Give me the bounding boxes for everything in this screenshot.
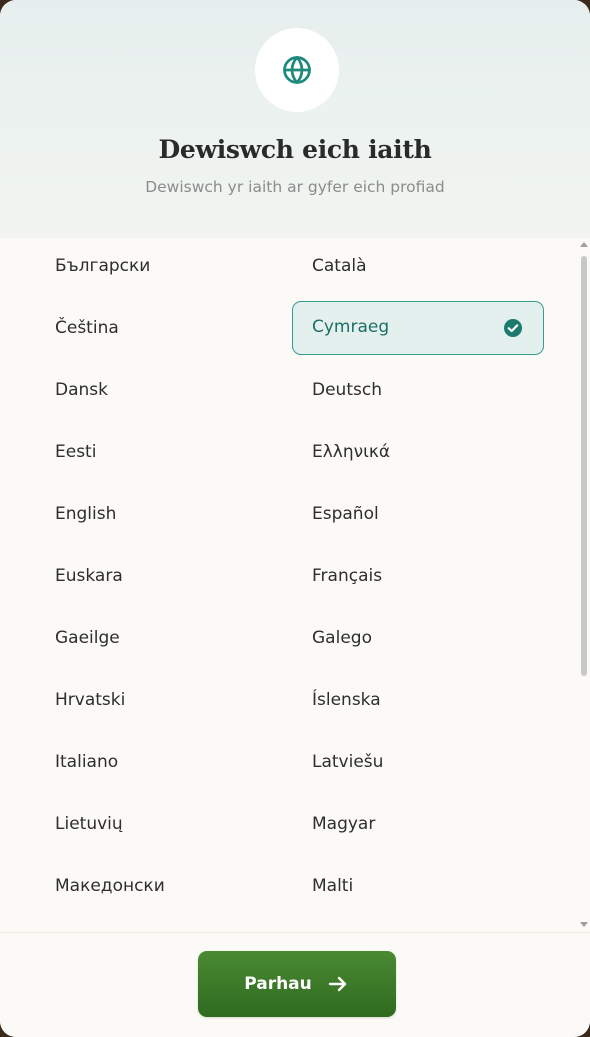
language-option-label: Malti: [312, 876, 354, 896]
language-option[interactable]: Čeština: [40, 301, 290, 355]
language-option[interactable]: Français: [292, 549, 544, 603]
language-option-label: Ελληνικά: [312, 442, 391, 462]
dialog-title: Dewiswch eich iaith: [158, 135, 432, 164]
language-option[interactable]: Deutsch: [292, 363, 544, 417]
language-option-label: Dansk: [55, 380, 108, 400]
language-option[interactable]: Gaeilge: [40, 611, 290, 665]
language-option-label: English: [55, 504, 117, 524]
language-option[interactable]: Lietuvių: [40, 797, 290, 851]
language-option-label: Gaeilge: [55, 628, 120, 648]
continue-button-label: Parhau: [244, 974, 312, 994]
language-option-label: Galego: [312, 628, 372, 648]
language-option[interactable]: English: [40, 487, 290, 541]
scroll-down-arrow-icon[interactable]: [580, 922, 588, 927]
language-option-label: Български: [55, 256, 151, 276]
arrow-right-icon: [328, 976, 346, 992]
language-option-label: Euskara: [55, 566, 123, 586]
language-option-label: Català: [312, 256, 367, 276]
continue-button[interactable]: Parhau: [198, 951, 396, 1017]
language-option-label: Íslenska: [312, 690, 381, 710]
globe-icon: [283, 56, 311, 84]
language-option-selected[interactable]: Cymraeg: [292, 301, 544, 355]
language-option-label: Italiano: [55, 752, 119, 772]
language-option-label: Magyar: [312, 814, 376, 834]
language-option-label: Latviešu: [312, 752, 384, 772]
language-option-label: Македонски: [55, 876, 165, 896]
language-option-label: Français: [312, 566, 383, 586]
language-option[interactable]: Galego: [292, 611, 544, 665]
language-option-label: Español: [312, 504, 379, 524]
language-option-label: Hrvatski: [55, 690, 126, 710]
scrollbar-thumb[interactable]: [581, 256, 587, 676]
language-option[interactable]: Latviešu: [292, 735, 544, 789]
dialog-subtitle: Dewiswch yr iaith ar gyfer eich profiad: [145, 178, 445, 196]
language-option[interactable]: Ελληνικά: [292, 425, 544, 479]
language-option-label: Deutsch: [312, 380, 382, 400]
language-option[interactable]: Íslenska: [292, 673, 544, 727]
language-option[interactable]: Dansk: [40, 363, 290, 417]
language-option[interactable]: Magyar: [292, 797, 544, 851]
dialog-header: Dewiswch eich iaith Dewiswch yr iaith ar…: [0, 0, 590, 238]
language-option-label: Čeština: [55, 318, 119, 338]
language-list: Български Català Čeština Cymraeg Dansk Deutsc…: [0, 238, 590, 932]
language-option[interactable]: Italiano: [40, 735, 290, 789]
language-option-label: Lietuvių: [55, 814, 123, 834]
language-option[interactable]: Eesti: [40, 425, 290, 479]
dialog-footer: Parhau: [0, 932, 590, 1037]
scroll-up-arrow-icon[interactable]: [580, 242, 588, 247]
language-option[interactable]: Hrvatski: [40, 673, 290, 727]
list-scrollbar[interactable]: [578, 238, 590, 932]
language-option[interactable]: Català: [292, 239, 544, 293]
language-option[interactable]: Malti: [292, 859, 544, 913]
globe-badge: [255, 28, 339, 112]
language-option[interactable]: Български: [40, 239, 290, 293]
language-dialog: Dewiswch eich iaith Dewiswch yr iaith ar…: [0, 0, 590, 1037]
language-option[interactable]: Español: [292, 487, 544, 541]
language-option[interactable]: Euskara: [40, 549, 290, 603]
language-option-label: Eesti: [55, 442, 97, 462]
language-option-label: Cymraeg: [312, 317, 390, 337]
check-circle-icon: [503, 318, 523, 338]
language-option[interactable]: Македонски: [40, 859, 290, 913]
